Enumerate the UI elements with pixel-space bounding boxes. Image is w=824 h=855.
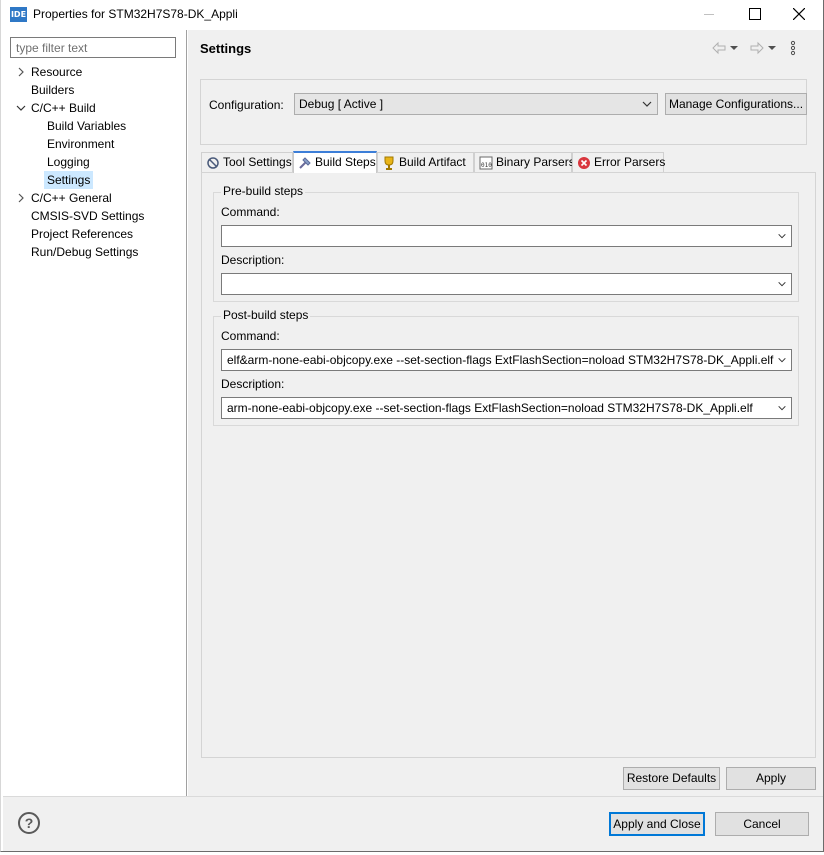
pre-build-group: Pre-build steps Command: Description: [213,184,799,302]
minimize-button[interactable] [686,0,732,30]
tree-item-logging[interactable]: Logging [44,153,93,171]
configuration-group: Configuration: Debug [ Active ] Manage C… [200,79,807,145]
page-navigation [711,40,811,56]
post-build-group: Post-build steps Command: elf&arm-none-e… [213,308,799,426]
apply-and-close-button[interactable]: Apply and Close [609,812,705,836]
tab-label: Tool Settings [223,155,292,169]
tree-item-label: C/C++ General [31,191,112,205]
pre-build-description-input[interactable] [221,273,792,295]
tree-item-label: Builders [31,83,75,97]
chevron-down-icon[interactable] [775,231,787,241]
ide-app-icon: IDE [10,7,27,22]
tab-error-parsers[interactable]: Error Parsers [572,152,666,172]
tree-item-label: C/C++ Build [31,101,96,115]
chevron-right-icon[interactable] [16,67,26,77]
tab-label: Build Steps [315,155,376,169]
post-build-description-label: Description: [221,377,285,391]
svg-text:010: 010 [481,162,492,169]
tree-item-label: Project References [31,227,134,241]
chevron-down-icon[interactable] [775,279,787,289]
filter-input[interactable] [10,37,176,58]
tree-item-label: Build Variables [47,119,127,133]
configuration-label: Configuration: [209,98,284,112]
tree-item-build-variables[interactable]: Build Variables [44,117,129,135]
chevron-down-icon [642,101,652,107]
forward-dropdown-icon[interactable] [768,40,776,56]
build-steps-icon [299,157,311,169]
tool-settings-icon [207,157,219,169]
pre-build-description-label: Description: [221,253,285,267]
apply-button[interactable]: Apply [726,767,816,790]
manage-configurations-button[interactable]: Manage Configurations... [665,93,807,115]
post-build-command-input[interactable]: elf&arm-none-eabi-objcopy.exe --set-sect… [221,349,792,371]
tab-binary-parsers[interactable]: 010 Binary Parsers [474,152,575,172]
post-build-title: Post-build steps [221,308,311,322]
configuration-value: Debug [ Active ] [299,97,384,111]
combo-value: arm-none-eabi-objcopy.exe --set-section-… [227,401,753,415]
tree-item-environment[interactable]: Environment [44,135,117,153]
tab-build-steps[interactable]: Build Steps [293,151,377,173]
chevron-right-icon[interactable] [16,193,26,203]
forward-arrow-icon[interactable] [749,40,765,56]
tree-item-label: CMSIS-SVD Settings [31,209,145,223]
tree-item-project-references[interactable]: Project References [28,225,136,243]
pre-build-command-input[interactable] [221,225,792,247]
property-tree-pane: Resource Builders C/C++ Build Build Vari… [3,30,187,796]
tab-tool-settings[interactable]: Tool Settings [201,152,293,172]
binary-parser-icon: 010 [479,156,493,170]
combo-value: elf&arm-none-eabi-objcopy.exe --set-sect… [227,353,774,367]
view-menu-icon[interactable] [789,40,797,56]
restore-defaults-button[interactable]: Restore Defaults [623,767,720,790]
tree-item-run-debug-settings[interactable]: Run/Debug Settings [28,243,141,261]
build-steps-panel: Pre-build steps Command: Description: Po… [201,172,816,758]
tab-label: Binary Parsers [496,155,575,169]
back-dropdown-icon[interactable] [730,40,738,56]
post-build-description-input[interactable]: arm-none-eabi-objcopy.exe --set-section-… [221,397,792,419]
chevron-down-icon[interactable] [775,403,787,413]
error-icon [578,157,590,169]
tree-item-label: Logging [47,155,90,169]
chevron-down-icon[interactable] [775,355,787,365]
pre-build-command-label: Command: [221,205,280,219]
trophy-icon [384,156,394,170]
tab-build-artifact[interactable]: Build Artifact [377,152,474,172]
chevron-down-icon[interactable] [16,103,26,113]
tree-item-cpp-build[interactable]: C/C++ Build [16,99,99,117]
window-title: Properties for STM32H7S78-DK_Appli [33,7,238,21]
properties-dialog: IDE Properties for STM32H7S78-DK_Appli R… [0,0,824,852]
tree-item-label: Environment [47,137,115,151]
tree-item-label: Run/Debug Settings [31,245,139,259]
tree-item-resource[interactable]: Resource [18,63,85,81]
tree-item-cpp-general[interactable]: C/C++ General [18,189,115,207]
dialog-button-bar: ? Apply and Close Cancel [3,796,823,851]
tree-item-cmsis-svd-settings[interactable]: CMSIS-SVD Settings [28,207,147,225]
title-bar: IDE Properties for STM32H7S78-DK_Appli [1,0,823,30]
tree-item-settings[interactable]: Settings [44,171,94,189]
maximize-button[interactable] [731,0,777,30]
post-build-command-label: Command: [221,329,280,343]
settings-page: Settings Configuration: Debug [ Active ]… [188,30,823,796]
tree-item-label: Settings [47,173,91,187]
cancel-button[interactable]: Cancel [715,812,809,836]
tree-item-builders[interactable]: Builders [28,81,77,99]
page-title: Settings [200,41,252,56]
close-icon [793,8,805,20]
close-button[interactable] [776,0,822,30]
configuration-select[interactable]: Debug [ Active ] [294,93,658,115]
tab-label: Build Artifact [399,155,466,169]
pre-build-title: Pre-build steps [221,184,306,198]
tab-label: Error Parsers [594,155,666,169]
tree-item-label: Resource [31,65,83,79]
settings-tabs: Tool Settings Build Steps Build Artifact… [201,151,807,173]
help-icon[interactable]: ? [18,812,40,834]
back-arrow-icon[interactable] [711,40,727,56]
